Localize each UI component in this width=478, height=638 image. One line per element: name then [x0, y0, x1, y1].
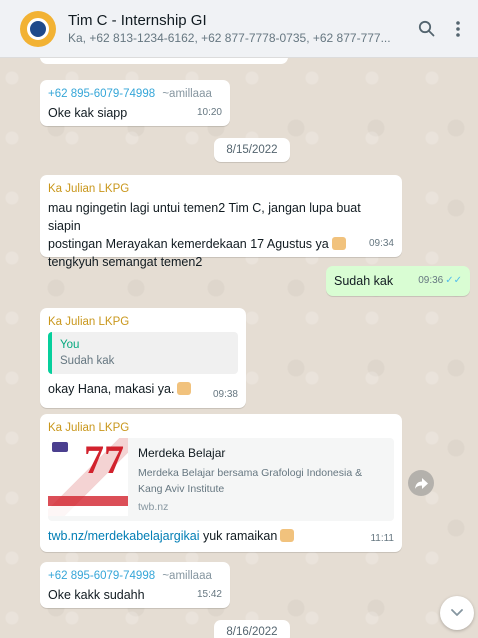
- flexed-biceps-emoji: [331, 237, 346, 250]
- message-time: 09:34: [368, 238, 394, 249]
- thumbs-up-emoji: [177, 382, 192, 395]
- flexed-biceps-emoji: [280, 529, 295, 542]
- sender-alias: ~amillaaa: [162, 88, 212, 100]
- forward-icon[interactable]: [408, 470, 434, 496]
- group-logo: [27, 17, 49, 40]
- message-sender: +62 895-6079-74998 ~amillaaa: [48, 568, 222, 584]
- search-icon[interactable]: [410, 13, 442, 45]
- link-title: Merdeka Belajar: [138, 446, 226, 460]
- link-preview-card[interactable]: 77 Merdeka Belajar Merdeka Belajar bersa…: [48, 438, 394, 521]
- chat-info[interactable]: Tim C - Internship GI Ka, +62 813-1234-6…: [68, 11, 410, 47]
- date-separator: 8/15/2022: [214, 138, 290, 162]
- quoted-text: Sudah kak: [60, 355, 115, 367]
- message-text: mau ngingetin lagi untui temen2 Tim C, j…: [48, 199, 394, 271]
- message-time: 09:36 ✓✓: [418, 272, 462, 290]
- date-separator: 8/16/2022: [214, 620, 290, 638]
- outgoing-message-bubble[interactable]: Sudah kak 09:36 ✓✓: [326, 266, 470, 296]
- chat-members: Ka, +62 813-1234-6162, +62 877-7778-0735…: [68, 30, 391, 45]
- double-check-icon: ✓✓: [445, 275, 462, 286]
- link-preview-meta: Merdeka Belajar Merdeka Belajar bersama …: [128, 438, 394, 521]
- message-time: 15:42: [196, 589, 222, 600]
- sender-phone[interactable]: +62 895-6079-74998: [48, 570, 155, 582]
- message-line-text: postingan Merayakan kemerdekaan 17 Agust…: [48, 237, 329, 251]
- message-text-body: okay Hana, makasi ya.: [48, 382, 175, 396]
- menu-icon[interactable]: [442, 13, 474, 45]
- institute-logo: [52, 442, 68, 452]
- indonesian-flag-graphic: [48, 496, 128, 516]
- message-bubble[interactable]: +62 895-6079-74998 ~amillaaa Oke kak sia…: [40, 80, 230, 126]
- link-preview-thumbnail: 77: [48, 438, 128, 516]
- message-text: Oke kakk sudahh: [48, 588, 145, 602]
- quoted-author: You: [60, 339, 80, 351]
- link-domain: twb.nz: [138, 501, 169, 513]
- chat-header[interactable]: Tim C - Internship GI Ka, +62 813-1234-6…: [0, 0, 478, 58]
- message-line: postingan Merayakan kemerdekaan 17 Agust…: [48, 235, 394, 253]
- message-link[interactable]: twb.nz/merdekabelajargikai: [48, 529, 199, 543]
- message-text: twb.nz/merdekabelajargikai yuk ramaikan: [48, 527, 394, 545]
- link-description: Merdeka Belajar bersama Grafologi Indone…: [138, 467, 363, 495]
- message-text-body: yuk ramaikan: [199, 529, 278, 543]
- scroll-down-button[interactable]: [440, 596, 474, 630]
- message-text: okay Hana, makasi ya.: [48, 380, 238, 398]
- chat-title: Tim C - Internship GI: [68, 11, 207, 29]
- message-bubble[interactable]: Ka Julian LKPG You Sudah kak okay Hana, …: [40, 308, 246, 408]
- message-text: Oke kak siapp: [48, 106, 128, 120]
- message-sender[interactable]: Ka Julian LKPG: [48, 314, 238, 330]
- message-sender: +62 895-6079-74998 ~amillaaa: [48, 86, 222, 102]
- quoted-message[interactable]: You Sudah kak: [48, 332, 238, 374]
- group-avatar[interactable]: [20, 10, 56, 47]
- sender-phone[interactable]: +62 895-6079-74998: [48, 88, 155, 100]
- message-time: 11:11: [370, 533, 394, 544]
- message-sender[interactable]: Ka Julian LKPG: [48, 420, 394, 436]
- sender-alias: ~amillaaa: [162, 570, 212, 582]
- message-time-text: 09:36: [418, 275, 444, 286]
- message-sender[interactable]: Ka Julian LKPG: [48, 181, 394, 197]
- message-time: 10:20: [196, 107, 222, 118]
- chevron-down-icon: [451, 609, 463, 616]
- message-bubble[interactable]: Ka Julian LKPG 77 Merdeka Belajar Merdek…: [40, 414, 402, 552]
- message-time: 09:38: [212, 389, 238, 400]
- message-line: mau ngingetin lagi untui temen2 Tim C, j…: [48, 201, 361, 233]
- message-text: Sudah kak: [334, 274, 394, 288]
- thumbnail-text: 77: [84, 438, 124, 482]
- message-bubble[interactable]: +62 895-6079-74998 ~amillaaa Oke kakk su…: [40, 562, 230, 608]
- message-bubble[interactable]: Ka Julian LKPG mau ngingetin lagi untui …: [40, 175, 402, 269]
